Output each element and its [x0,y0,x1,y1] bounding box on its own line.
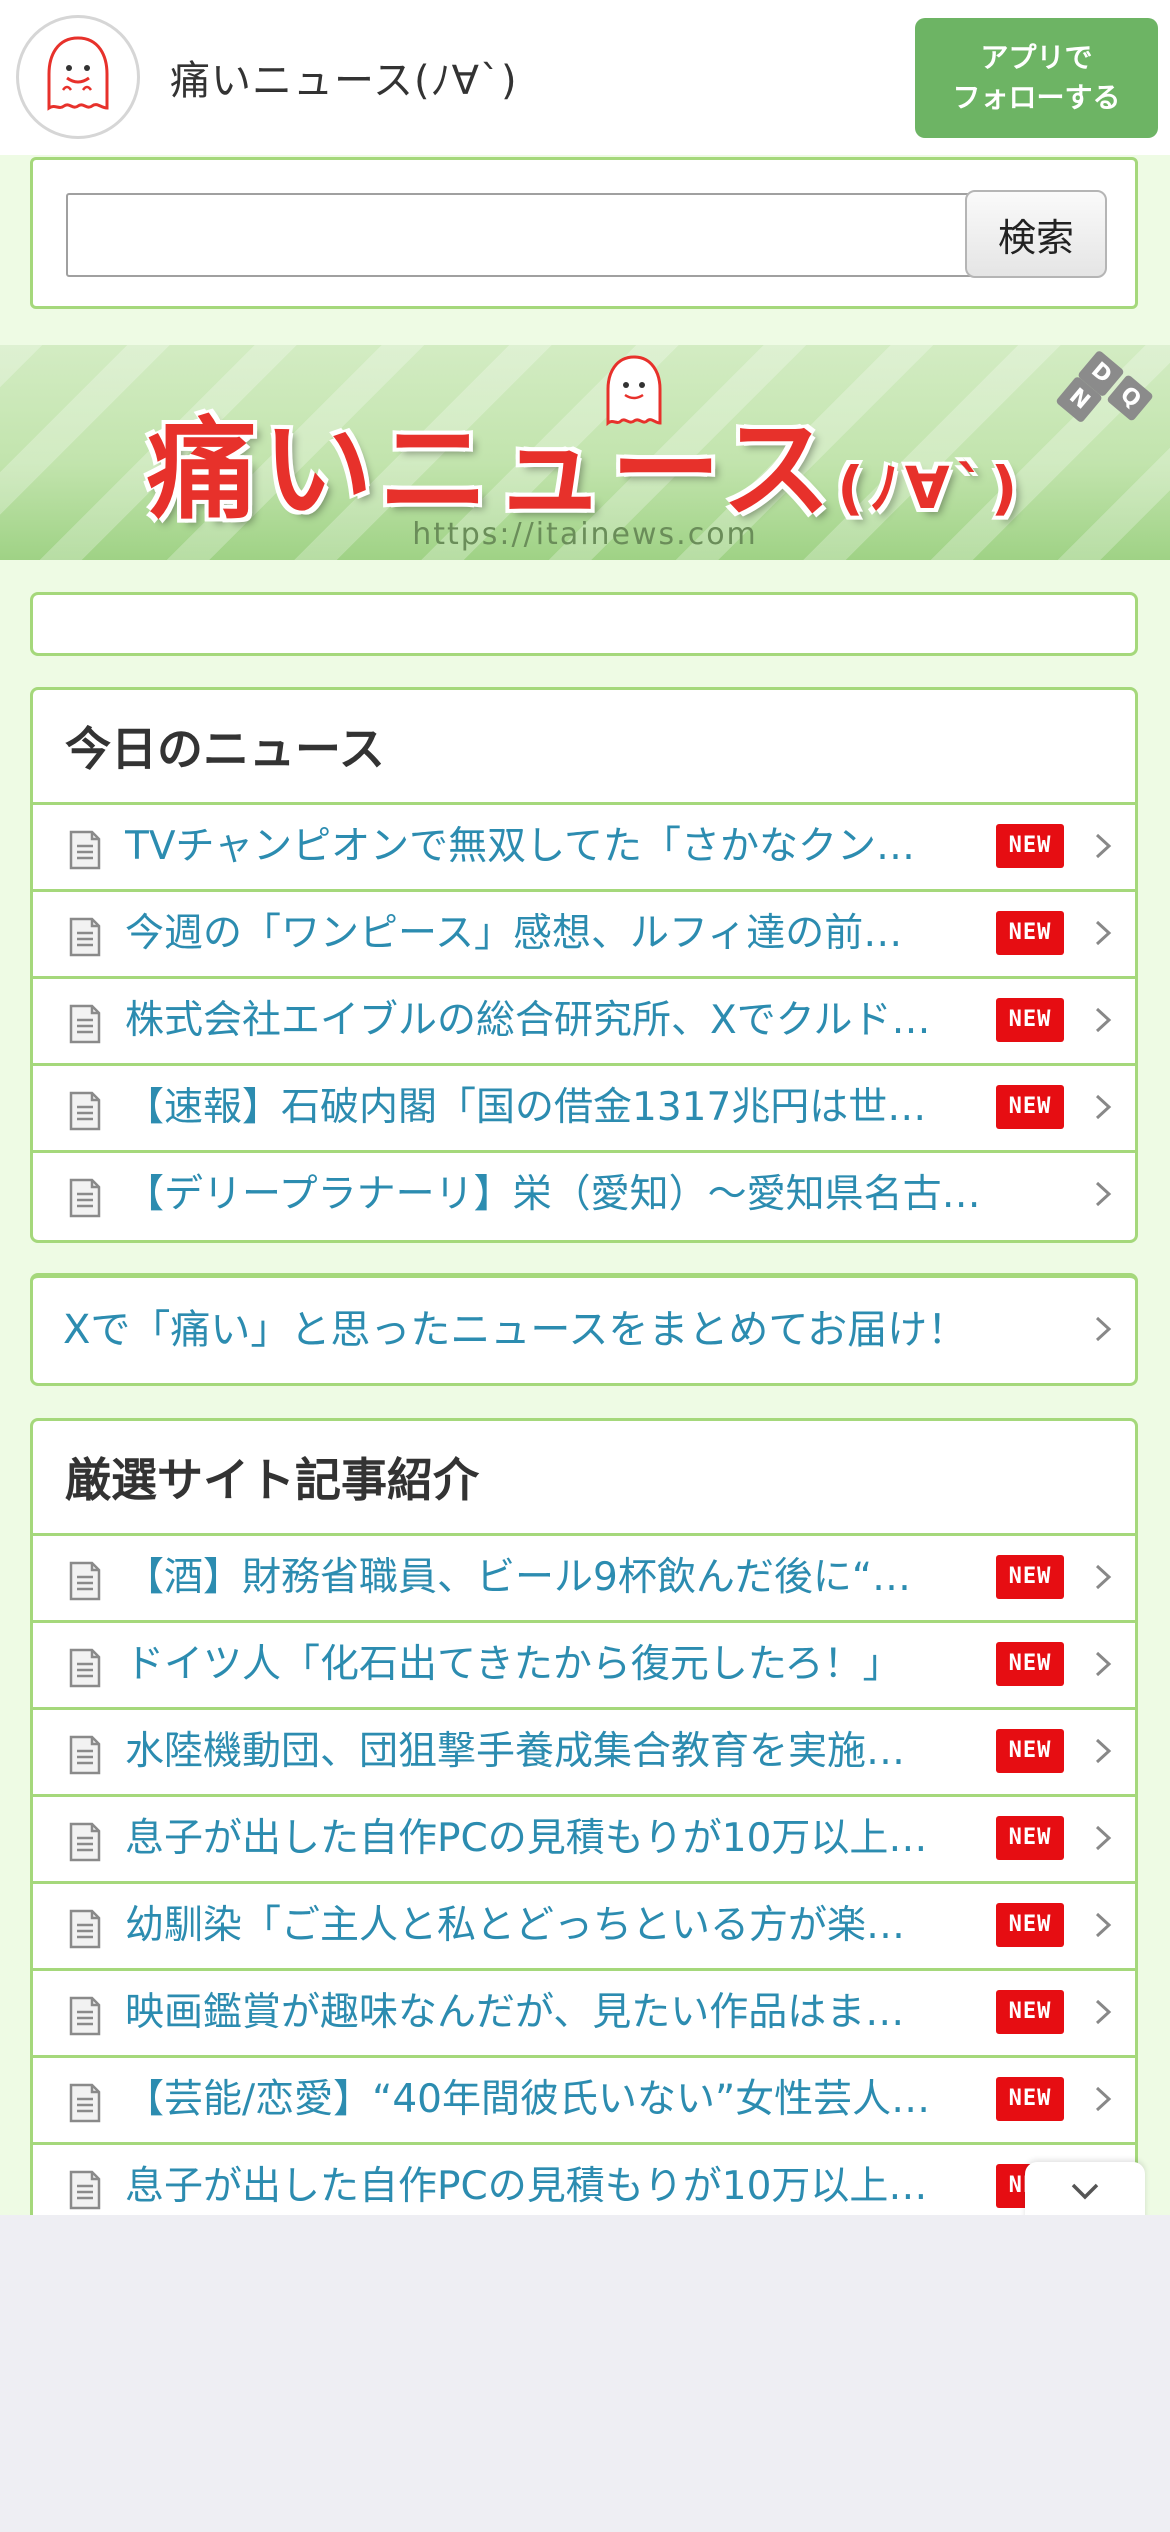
search-button[interactable]: 検索 [965,190,1107,278]
new-badge: NEW [996,1990,1064,2034]
chevron-right-icon [1095,1738,1112,1764]
chevron-right-icon [1095,920,1112,946]
document-icon [69,917,101,957]
site-title: 痛いニュース(ﾉ∀`) [170,58,518,104]
page: 痛いニュース(ﾉ∀`) アプリで フォローする 検索 痛いニュース(ﾉ∀`) h… [0,0,1170,2215]
featured-articles-section: 厳選サイト記事紹介 【酒】財務省職員、ビール9杯飲んだ後に“… NEW ドイツ人… [30,1418,1138,2215]
search-form: 検索 [30,157,1138,309]
news-item-title: 映画鑑賞が趣味なんだが、見たい作品はま… [125,1990,905,2035]
banner-title-text: 痛いニュース [146,406,838,534]
document-icon [69,1735,101,1775]
document-icon [69,1909,101,1949]
site-banner[interactable]: 痛いニュース(ﾉ∀`) https://itainews.com DQN [0,345,1170,560]
new-badge: NEW [996,1816,1064,1860]
news-list-item[interactable]: 【デリープラナーリ】栄（愛知）〜愛知県名古… [33,1153,1135,1240]
document-icon [69,1178,101,1218]
news-item-title: 【酒】財務省職員、ビール9杯飲んだ後に“… [125,1555,912,1600]
chevron-right-icon [1095,1094,1112,1120]
document-icon [69,1648,101,1688]
chevron-right-icon [1095,833,1112,859]
site-logo[interactable] [16,15,140,139]
banner-title: 痛いニュース(ﾉ∀`) [0,380,1170,540]
news-list-item[interactable]: ドイツ人「化石出てきたから復元したろ！」 NEW [33,1623,1135,1710]
news-item-title: TVチャンピオンで無双してた「さかなクン… [125,824,915,869]
news-list-item[interactable]: 今週の「ワンピース」感想、ルフィ達の前… NEW [33,892,1135,979]
featured-heading: 厳選サイト記事紹介 [33,1421,1135,1536]
new-badge: NEW [996,911,1064,955]
news-item-title: 【芸能/恋愛】“40年間彼氏いない”女性芸人… [125,2077,931,2122]
news-list-item[interactable]: 水陸機動団、団狙撃手養成集合教育を実施… NEW [33,1710,1135,1797]
news-list-item[interactable]: 【酒】財務省職員、ビール9杯飲んだ後に“… NEW [33,1536,1135,1623]
document-icon [69,1561,101,1601]
chevron-right-icon [1095,1912,1112,1938]
new-badge: NEW [996,2077,1064,2121]
chevron-right-icon [1095,1999,1112,2025]
document-icon [69,1004,101,1044]
banner-face-text: (ﾉ∀`) [837,454,1024,522]
new-badge: NEW [996,1729,1064,1773]
ghost-logo-icon [47,36,109,111]
follow-app-button[interactable]: アプリで フォローする [915,18,1158,138]
news-item-title: 息子が出した自作PCの見積もりが10万以上… [125,1816,928,1861]
new-badge: NEW [996,824,1064,868]
news-item-title: 水陸機動団、団狙撃手養成集合教育を実施… [125,1729,906,1774]
news-list-item[interactable]: 息子が出した自作PCの見積もりが10万以上… NEW [33,2145,1135,2215]
news-list-item[interactable]: 息子が出した自作PCの見積もりが10万以上… NEW [33,1797,1135,1884]
news-item-title: 今週の「ワンピース」感想、ルフィ達の前… [125,911,903,956]
document-icon [69,2170,101,2210]
empty-ad-box [30,592,1138,656]
new-badge: NEW [996,1903,1064,1947]
chevron-right-icon [1095,1825,1112,1851]
news-list-item[interactable]: 幼馴染「ご主人と私とどっちといる方が楽… NEW [33,1884,1135,1971]
news-list-item[interactable]: 【芸能/恋愛】“40年間彼氏いない”女性芸人… NEW [33,2058,1135,2145]
banner-url: https://itainews.com [412,517,758,552]
scroll-down-button[interactable] [1025,2162,1145,2215]
new-badge: NEW [996,1555,1064,1599]
follow-button-line1: アプリで [980,41,1093,74]
news-item-title: 株式会社エイブルの総合研究所、Xでクルド… [125,998,931,1043]
news-item-title: 【速報】石破内閣「国の借金1317兆円は世… [125,1085,927,1130]
new-badge: NEW [996,998,1064,1042]
chevron-down-icon [1071,2183,1099,2200]
today-news-section: 今日のニュース TVチャンピオンで無双してた「さかなクン… NEW 今週の「ワン… [30,687,1138,1243]
search-input[interactable] [66,193,976,277]
news-item-title: 幼馴染「ご主人と私とどっちといる方が楽… [125,1903,906,1948]
app-header: 痛いニュース(ﾉ∀`) アプリで フォローする [0,0,1170,155]
news-item-title: 【デリープラナーリ】栄（愛知）〜愛知県名古… [125,1172,981,1217]
x-follow-promo-link[interactable]: Xで「痛い」と思ったニュースをまとめてお届け！ [30,1273,1138,1386]
document-icon [69,830,101,870]
chevron-right-icon [1095,1181,1112,1207]
today-news-heading: 今日のニュース [33,690,1135,805]
document-icon [69,1996,101,2036]
chevron-right-icon [1095,1007,1112,1033]
new-badge: NEW [996,1642,1064,1686]
document-icon [69,1822,101,1862]
promo-text: Xで「痛い」と思ったニュースをまとめてお届け！ [63,1307,968,1353]
news-list-item[interactable]: TVチャンピオンで無双してた「さかなクン… NEW [33,805,1135,892]
chevron-right-icon [1095,1651,1112,1677]
document-icon [69,1091,101,1131]
new-badge: NEW [996,1085,1064,1129]
chevron-right-icon [1095,1316,1112,1342]
news-list-item[interactable]: 株式会社エイブルの総合研究所、Xでクルド… NEW [33,979,1135,1066]
news-list-item[interactable]: 映画鑑賞が趣味なんだが、見たい作品はま… NEW [33,1971,1135,2058]
chevron-right-icon [1095,1564,1112,1590]
news-item-title: ドイツ人「化石出てきたから復元したろ！」 [125,1642,902,1687]
document-icon [69,2083,101,2123]
chevron-right-icon [1095,2086,1112,2112]
news-item-title: 息子が出した自作PCの見積もりが10万以上… [125,2164,928,2209]
follow-button-line2: フォローする [952,81,1121,114]
news-list-item[interactable]: 【速報】石破内閣「国の借金1317兆円は世… NEW [33,1066,1135,1153]
